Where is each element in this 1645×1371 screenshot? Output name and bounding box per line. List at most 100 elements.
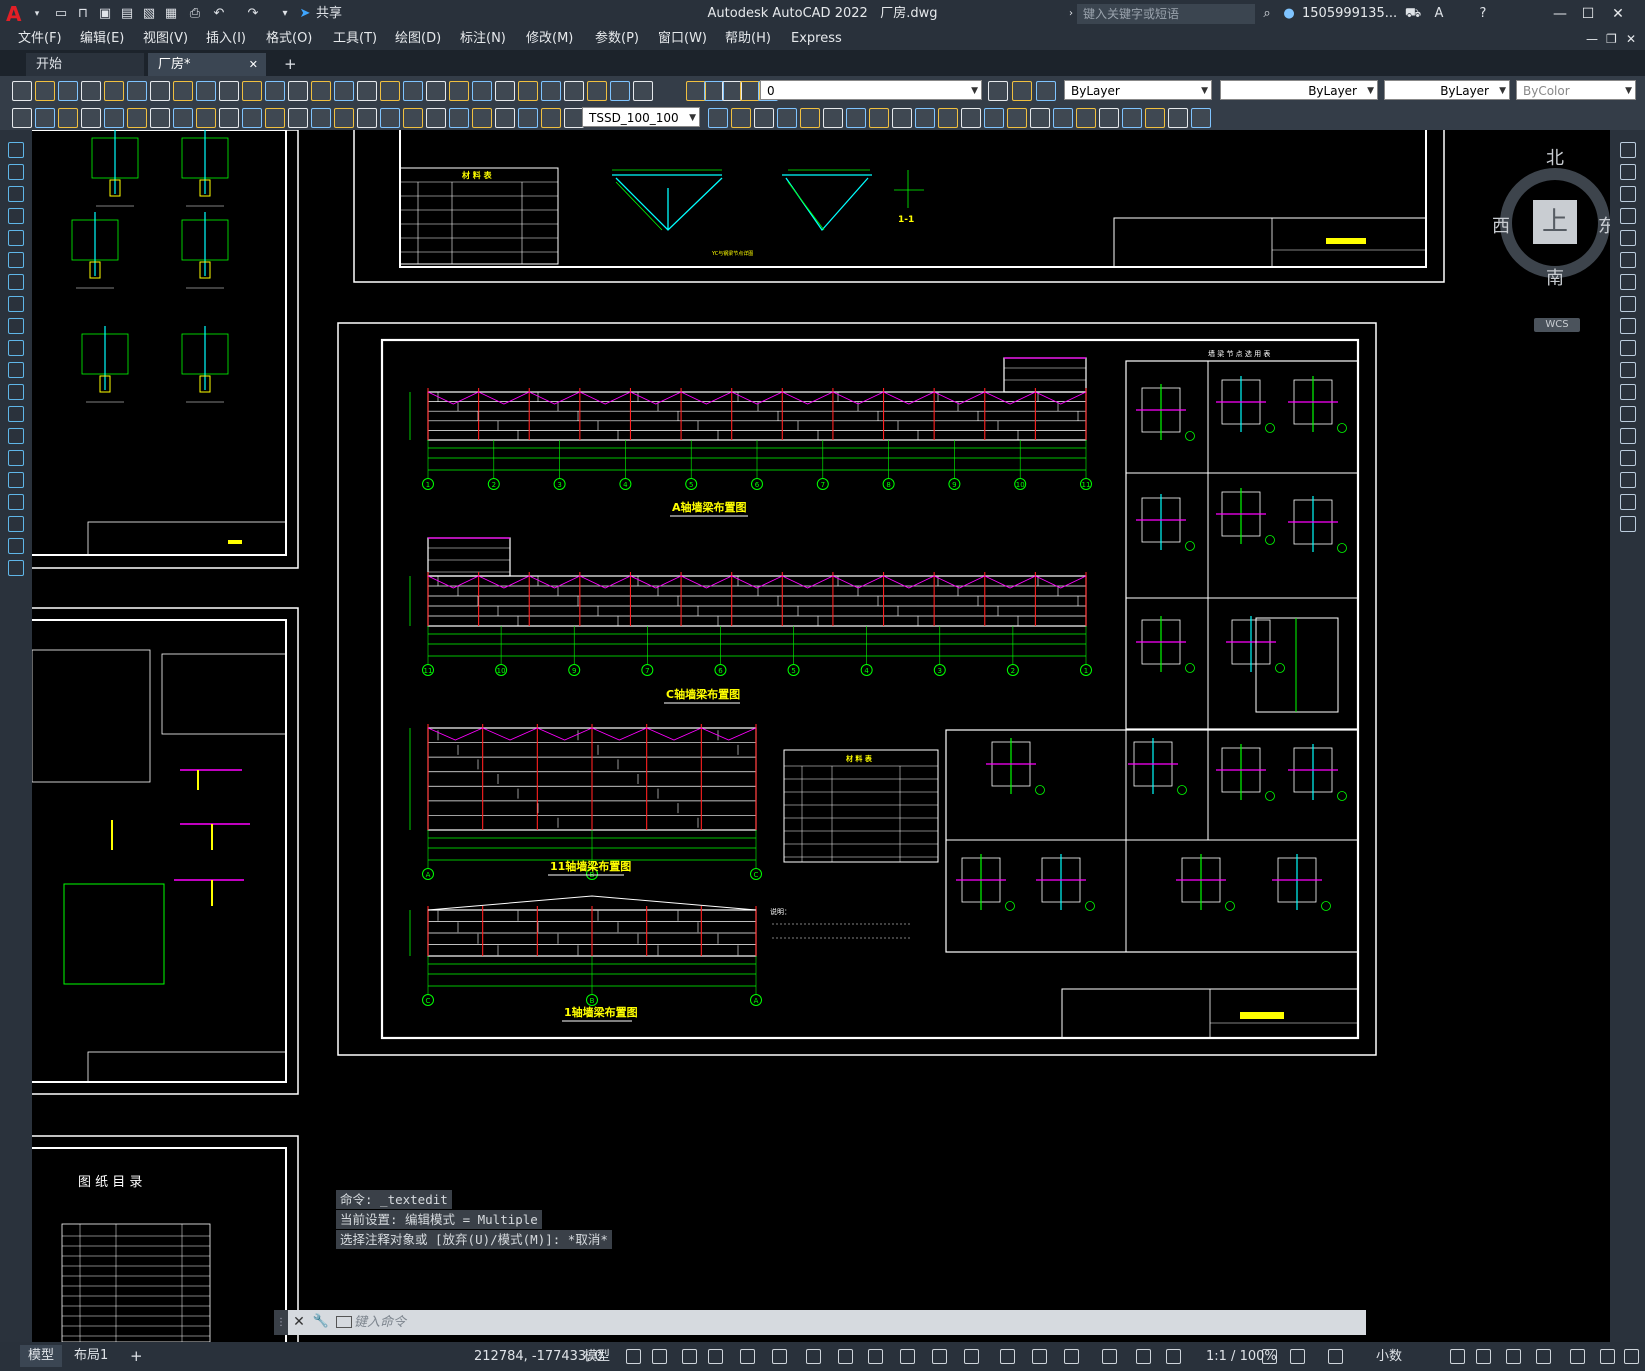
compass-north[interactable]: 北: [1546, 144, 1564, 170]
status-toggle-icon[interactable]: [1450, 1349, 1465, 1364]
dimension-tool-icon[interactable]: [708, 108, 728, 128]
dimension-tool-icon[interactable]: [426, 108, 446, 128]
standard-tool-icon[interactable]: [610, 81, 630, 101]
share-drawing-icon[interactable]: ▦: [162, 5, 180, 23]
standard-tool-icon[interactable]: [219, 81, 239, 101]
modify-tool-icon[interactable]: [1620, 296, 1636, 312]
standard-tool-icon[interactable]: [58, 81, 78, 101]
command-history-icon[interactable]: [336, 1316, 352, 1328]
undo-icon[interactable]: ↶: [210, 5, 228, 23]
menu-express[interactable]: Express: [791, 28, 842, 50]
standard-tool-icon[interactable]: [150, 81, 170, 101]
modify-tool-icon[interactable]: [1620, 164, 1636, 180]
dimension-tool-icon[interactable]: [823, 108, 843, 128]
lineweight-dropdown[interactable]: ByLayer ▼: [1384, 80, 1510, 100]
status-toggle-icon[interactable]: [626, 1349, 641, 1364]
modify-tool-icon[interactable]: [1620, 252, 1636, 268]
status-toggle-icon[interactable]: [964, 1349, 979, 1364]
dimension-tool-icon[interactable]: [449, 108, 469, 128]
dimension-tool-icon[interactable]: [265, 108, 285, 128]
dimension-tool-icon[interactable]: [1007, 108, 1027, 128]
dimension-tool-icon[interactable]: [518, 108, 538, 128]
standard-tool-icon[interactable]: [334, 81, 354, 101]
standard-tool-icon[interactable]: [722, 81, 742, 101]
draw-tool-icon[interactable]: [8, 516, 24, 532]
draw-tool-icon[interactable]: [8, 340, 24, 356]
compass-west[interactable]: 西: [1492, 212, 1510, 238]
dimension-tool-icon[interactable]: [311, 108, 331, 128]
dimension-tool-icon[interactable]: [1076, 108, 1096, 128]
status-toggle-icon[interactable]: [1064, 1349, 1079, 1364]
standard-tool-icon[interactable]: [357, 81, 377, 101]
status-toggle-icon[interactable]: [682, 1349, 697, 1364]
dimension-tool-icon[interactable]: [1168, 108, 1188, 128]
drawing-canvas[interactable]: 材 料 表 1-1 YC与钢梁节点详图 图 纸 目 录 墙 梁 节 点 选 用 …: [32, 130, 1610, 1342]
status-toggle-icon[interactable]: [868, 1349, 883, 1364]
dimension-tool-icon[interactable]: [1099, 108, 1119, 128]
draw-tool-icon[interactable]: [8, 472, 24, 488]
standard-tool-icon[interactable]: [380, 81, 400, 101]
draw-tool-icon[interactable]: [8, 164, 24, 180]
menu-parametric[interactable]: 参数(P): [595, 28, 639, 50]
user-icon[interactable]: ●: [1280, 5, 1298, 23]
standard-tool-icon[interactable]: [1012, 81, 1032, 101]
dimension-tool-icon[interactable]: [984, 108, 1004, 128]
open-file-icon[interactable]: ⊓: [74, 5, 92, 23]
standard-tool-icon[interactable]: [311, 81, 331, 101]
menu-tools[interactable]: 工具(T): [333, 28, 377, 50]
cart-icon[interactable]: ⛟: [1404, 5, 1422, 23]
modify-tool-icon[interactable]: [1620, 208, 1636, 224]
menu-modify[interactable]: 修改(M): [526, 28, 573, 50]
share-icon[interactable]: ➤: [296, 5, 314, 23]
dimension-tool-icon[interactable]: [334, 108, 354, 128]
status-toggle-icon[interactable]: [1032, 1349, 1047, 1364]
dimension-tool-icon[interactable]: [104, 108, 124, 128]
menu-edit[interactable]: 编辑(E): [80, 28, 124, 50]
dimension-tool-icon[interactable]: [961, 108, 981, 128]
status-toggle-icon[interactable]: [1166, 1349, 1181, 1364]
draw-tool-icon[interactable]: [8, 450, 24, 466]
status-toggle-icon[interactable]: [1624, 1349, 1639, 1364]
units-display[interactable]: 小数: [1376, 1346, 1402, 1368]
draw-tool-icon[interactable]: [8, 186, 24, 202]
autocad-logo[interactable]: A: [6, 2, 28, 26]
dimension-tool-icon[interactable]: [915, 108, 935, 128]
app-menu-chevron-icon[interactable]: ▾: [28, 5, 46, 23]
search-input[interactable]: 键入关键字或短语: [1077, 4, 1255, 24]
tab-layout1[interactable]: 布局1: [66, 1345, 116, 1367]
status-toggle-icon[interactable]: [1600, 1349, 1615, 1364]
modify-tool-icon[interactable]: [1620, 428, 1636, 444]
modify-tool-icon[interactable]: [1620, 230, 1636, 246]
dimension-tool-icon[interactable]: [731, 108, 751, 128]
dimension-tool-icon[interactable]: [173, 108, 193, 128]
command-input[interactable]: 键入命令: [354, 1310, 1254, 1335]
draw-tool-icon[interactable]: [8, 296, 24, 312]
draw-tool-icon[interactable]: [8, 318, 24, 334]
menu-window[interactable]: 窗口(W): [658, 28, 707, 50]
autodesk-app-icon[interactable]: A: [1430, 5, 1448, 23]
dimension-tool-icon[interactable]: [754, 108, 774, 128]
draw-tool-icon[interactable]: [8, 208, 24, 224]
modify-tool-icon[interactable]: [1620, 450, 1636, 466]
dimension-tool-icon[interactable]: [242, 108, 262, 128]
modify-tool-icon[interactable]: [1620, 274, 1636, 290]
dimension-tool-icon[interactable]: [564, 108, 584, 128]
standard-tool-icon[interactable]: [1036, 81, 1056, 101]
standard-tool-icon[interactable]: [686, 81, 706, 101]
dimension-tool-icon[interactable]: [403, 108, 423, 128]
dimension-tool-icon[interactable]: [219, 108, 239, 128]
standard-tool-icon[interactable]: [265, 81, 285, 101]
dimension-tool-icon[interactable]: [869, 108, 889, 128]
status-toggle-icon[interactable]: [932, 1349, 947, 1364]
draw-tool-icon[interactable]: [8, 406, 24, 422]
standard-tool-icon[interactable]: [472, 81, 492, 101]
draw-tool-icon[interactable]: [8, 252, 24, 268]
dimension-tool-icon[interactable]: [777, 108, 797, 128]
doc-restore-button[interactable]: ❐: [1606, 28, 1617, 50]
standard-tool-icon[interactable]: [403, 81, 423, 101]
menu-format[interactable]: 格式(O): [266, 28, 312, 50]
command-grip-icon[interactable]: ⋮: [274, 1310, 288, 1335]
standard-tool-icon[interactable]: [426, 81, 446, 101]
command-close-icon[interactable]: ✕: [290, 1313, 308, 1331]
menu-view[interactable]: 视图(V): [143, 28, 188, 50]
